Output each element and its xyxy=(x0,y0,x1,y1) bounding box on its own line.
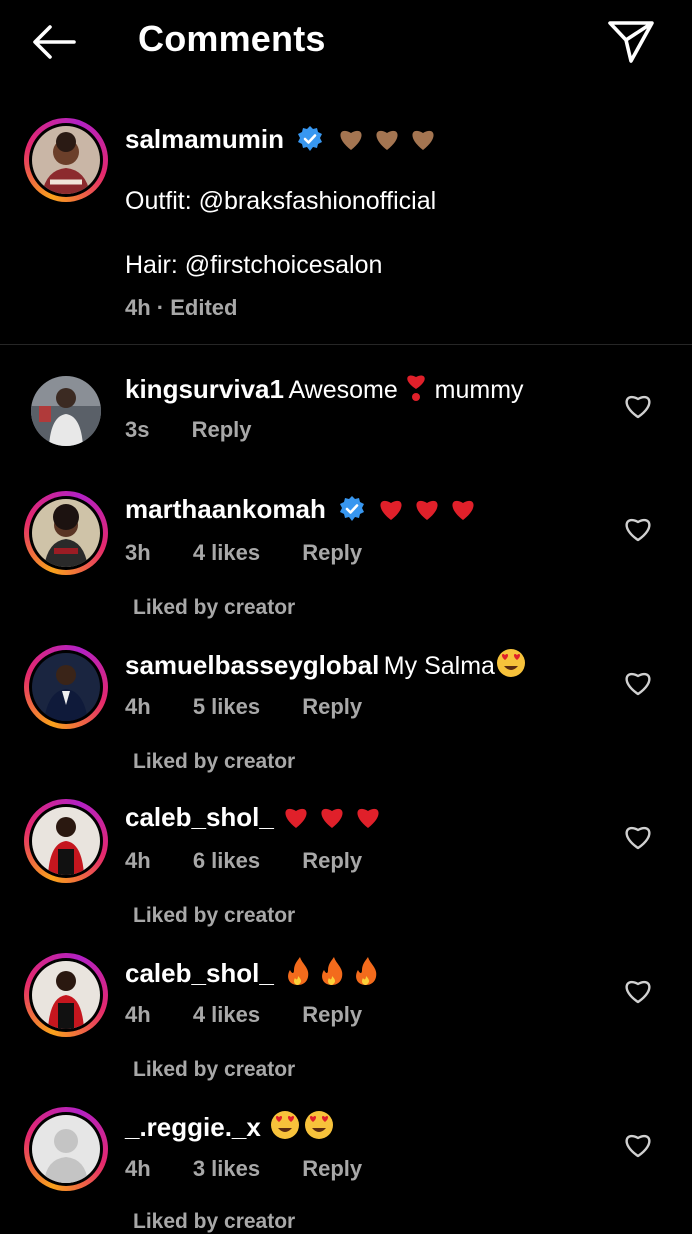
reply-button[interactable]: Reply xyxy=(302,848,362,873)
avatar[interactable] xyxy=(24,118,108,202)
comment-time: 4h xyxy=(125,848,151,873)
comment-text: My Salma xyxy=(383,652,495,680)
like-heart-icon[interactable] xyxy=(624,1132,652,1158)
verified-badge-icon xyxy=(298,126,323,151)
avatar-image xyxy=(32,126,100,194)
reply-button[interactable]: Reply xyxy=(192,417,252,442)
back-arrow-icon[interactable] xyxy=(30,22,78,62)
like-count[interactable]: 4 likes xyxy=(193,1002,260,1027)
caption-meta: 4h · Edited xyxy=(125,295,238,320)
comment-username[interactable]: marthaankomah xyxy=(125,494,326,524)
like-count[interactable]: 6 likes xyxy=(193,848,260,873)
header: Comments xyxy=(0,0,692,84)
avatar[interactable] xyxy=(24,491,108,575)
liked-by-creator: Liked by creator xyxy=(133,750,296,773)
reply-button[interactable]: Reply xyxy=(302,540,362,565)
comment-username[interactable]: caleb_shol_ xyxy=(125,958,274,988)
heart-eyes-emoji xyxy=(269,1110,337,1145)
avatar[interactable] xyxy=(24,953,108,1037)
like-heart-icon[interactable] xyxy=(624,978,652,1004)
verified-badge-icon xyxy=(340,496,365,521)
reply-button[interactable]: Reply xyxy=(302,1156,362,1181)
heart-eyes-emoji xyxy=(495,648,527,683)
comment-username[interactable]: samuelbasseyglobal xyxy=(125,650,379,680)
reply-button[interactable]: Reply xyxy=(302,694,362,719)
comment-time: 3h xyxy=(125,540,151,565)
comment-text-end: mummy xyxy=(434,376,524,404)
red-hearts-emoji xyxy=(377,494,477,527)
red-hearts-emoji xyxy=(282,802,382,835)
like-heart-icon[interactable] xyxy=(624,670,652,696)
avatar[interactable] xyxy=(24,645,108,729)
comment-username[interactable]: kingsurviva1 xyxy=(125,374,284,404)
comment-time: 4h xyxy=(125,1002,151,1027)
liked-by-creator: Liked by creator xyxy=(133,1210,296,1233)
liked-by-creator: Liked by creator xyxy=(133,904,296,927)
comment-username[interactable]: _.reggie._x xyxy=(125,1112,261,1142)
caption-hair: Hair: @firstchoicesalon xyxy=(125,251,383,279)
comment-time: 4h xyxy=(125,694,151,719)
like-heart-icon[interactable] xyxy=(624,393,652,419)
liked-by-creator: Liked by creator xyxy=(133,1058,296,1081)
caption-outfit: Outfit: @braksfashionofficial xyxy=(125,187,437,215)
brown-hearts-emoji xyxy=(337,124,437,157)
reply-button[interactable]: Reply xyxy=(302,1002,362,1027)
like-count[interactable]: 3 likes xyxy=(193,1156,260,1181)
fire-emoji xyxy=(284,956,384,991)
like-heart-icon[interactable] xyxy=(624,824,652,850)
comment-time: 4h xyxy=(125,1156,151,1181)
avatar[interactable] xyxy=(24,1107,108,1191)
red-exclamation-heart-emoji xyxy=(402,372,430,407)
paper-plane-icon[interactable] xyxy=(606,18,656,64)
avatar[interactable] xyxy=(24,799,108,883)
comment-username[interactable]: caleb_shol_ xyxy=(125,802,274,832)
caption-username[interactable]: salmamumin xyxy=(125,124,284,154)
like-count[interactable]: 4 likes xyxy=(193,540,260,565)
page-title: Comments xyxy=(138,18,326,59)
avatar[interactable] xyxy=(31,376,101,446)
liked-by-creator: Liked by creator xyxy=(133,596,296,619)
divider xyxy=(0,344,692,345)
comment-time: 3s xyxy=(125,417,150,442)
comment-text: Awesome xyxy=(288,376,398,404)
like-count[interactable]: 5 likes xyxy=(193,694,260,719)
like-heart-icon[interactable] xyxy=(624,516,652,542)
